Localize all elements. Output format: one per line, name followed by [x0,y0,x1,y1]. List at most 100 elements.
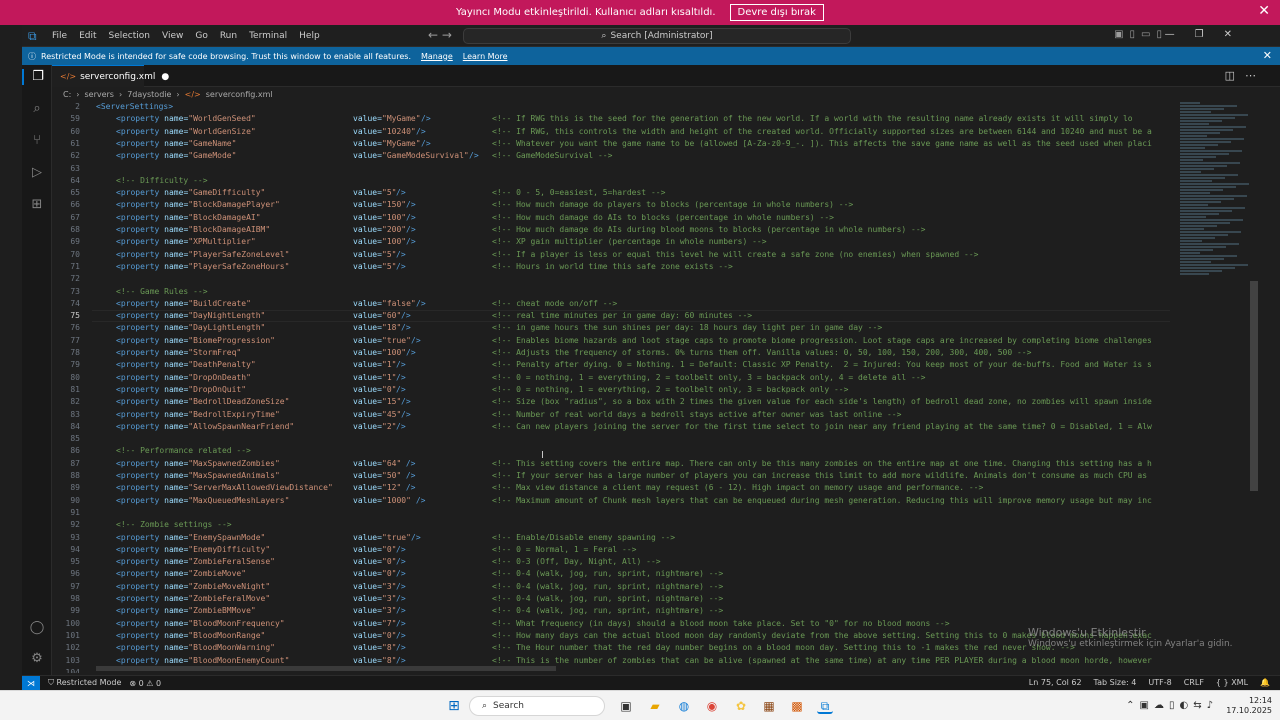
code-line[interactable]: 101 <property name="BloodMoonRange" value=… [52,630,1170,642]
code-line[interactable]: 71 <property name="PlayerSafeZoneHours" va… [52,261,1170,273]
menu-selection[interactable]: Selection [109,31,150,41]
language-mode[interactable]: { } XML [1216,678,1248,687]
horizontal-scrollbar[interactable] [96,666,556,671]
code-line[interactable]: 90 <property name="MaxQueuedMeshLayers" va… [52,495,1170,507]
code-editor[interactable]: 2 <ServerSettings> 59 <property name="World… [52,101,1170,673]
code-line[interactable]: 73 <!-- Game Rules --> [52,286,1170,298]
breadcrumb-item[interactable]: servers [84,90,114,99]
code-line[interactable]: 80 <property name="DropOnDeath" value= "1" /… [52,372,1170,384]
run-debug-icon[interactable]: ▷ [29,165,45,181]
code-line[interactable]: 97 <property name="ZombieMoveNight" value=… [52,581,1170,593]
code-line[interactable]: 79 <property name="DeathPenalty" value= "1"… [52,359,1170,371]
code-line[interactable]: 94 <property name="EnemyDifficulty" value=… [52,544,1170,556]
code-line[interactable]: 88 <property name="MaxSpawnedAnimals" valu… [52,470,1170,482]
cursor-position[interactable]: Ln 75, Col 62 [1029,678,1082,687]
window-controls[interactable]: —❐✕ [1165,29,1252,40]
eol[interactable]: CRLF [1184,678,1204,687]
nav-arrows[interactable]: ← → [428,28,452,42]
files-icon[interactable]: ❐ [22,69,52,85]
unsaved-dot-icon[interactable]: ● [161,72,169,82]
minimap[interactable] [1170,101,1250,281]
code-line[interactable]: 91 [52,507,1170,519]
code-line[interactable]: 92 <!-- Zombie settings --> [52,519,1170,531]
code-line[interactable]: 87 <property name="MaxSpawnedZombies" valu… [52,458,1170,470]
remote-icon[interactable]: ⋊ [22,675,40,691]
code-line[interactable]: 100 <property name="BloodMoonFrequency" va… [52,618,1170,630]
code-line[interactable]: 65 <property name="GameDifficulty" value= "… [52,187,1170,199]
menu-run[interactable]: Run [220,31,237,41]
menu-terminal[interactable]: Terminal [249,31,287,41]
problems-status[interactable]: ⊗ 0 ⚠ 0 [129,679,161,688]
code-line[interactable]: 89 <property name="ServerMaxAllowedViewDi… [52,482,1170,494]
code-line[interactable]: 59 <property name="WorldGenSeed" value= "My… [52,113,1170,125]
code-line[interactable]: 74 <property name="BuildCreate" value= "fal… [52,298,1170,310]
code-line[interactable]: 102 <property name="BloodMoonWarning" valu… [52,642,1170,654]
clock[interactable]: 12:14 17.10.2025 [1226,696,1272,716]
code-line[interactable]: 66 <property name="BlockDamagePlayer" valu… [52,199,1170,211]
code-line[interactable]: 85 [52,433,1170,445]
code-line[interactable]: 61 <property name="GameName" value= "MyGame… [52,138,1170,150]
layout-controls[interactable]: ▣▯▭▯ [1114,29,1168,40]
extensions-icon[interactable]: ⊞ [29,197,45,213]
source-control-icon[interactable]: ⑂ [29,133,45,149]
code-line[interactable]: 98 <property name="ZombieFeralMove" value=… [52,593,1170,605]
code-line[interactable]: 70 <property name="PlayerSafeZoneLevel" va… [52,249,1170,261]
account-icon[interactable]: ◯ [29,620,45,636]
encoding[interactable]: UTF-8 [1148,678,1171,687]
code-line[interactable]: 81 <property name="DropOnQuit" value= "0"/>… [52,384,1170,396]
code-line[interactable]: 93 <property name="EnemySpawnMode" value= "… [52,532,1170,544]
code-line[interactable]: 2 <ServerSettings> [52,101,1170,113]
menu-edit[interactable]: Edit [79,31,96,41]
game-app-icon[interactable]: ▦ [761,698,777,714]
code-line[interactable]: 76 <property name="DayLightLength" value= "… [52,322,1170,334]
code-line[interactable]: 62 <property name="GameMode" value= "GameMo… [52,150,1170,162]
scrollbar-thumb[interactable] [1250,281,1258,491]
breadcrumb-item[interactable]: C: [63,90,71,99]
code-line[interactable]: 68 <property name="BlockDamageAIBM" value=… [52,224,1170,236]
code-line[interactable]: 75 <property name="DayNightLength" value= "… [52,310,1170,323]
task-view-icon[interactable]: ▣ [618,698,634,714]
app-icon[interactable]: ▩ [789,698,805,714]
app-icon[interactable]: ✿ [733,698,749,714]
vscode-taskbar-icon[interactable]: ⧉ [817,698,833,714]
menu-file[interactable]: File [52,31,67,41]
menu-go[interactable]: Go [195,31,207,41]
vertical-scrollbar[interactable] [1250,101,1258,673]
code-line[interactable]: 82 <property name="BedrollDeadZoneSize" va… [52,396,1170,408]
system-tray-icons[interactable]: ⌃▣☁▯◐⇆♪ [1126,700,1218,711]
disable-button[interactable]: Devre dışı bırak [729,4,824,21]
menu-view[interactable]: View [162,31,183,41]
tab-serverconfig[interactable]: </> serverconfig.xml ● [52,65,169,87]
code-line[interactable]: 99 <property name="ZombieBMMove" value= "3"… [52,605,1170,617]
code-line[interactable]: 103 <property name="BloodMoonEnemyCount" v… [52,655,1170,667]
windows-start-icon[interactable]: ⊞ [446,698,462,714]
search-icon[interactable]: ⌕ [29,101,45,117]
code-line[interactable]: 96 <property name="ZombieMove" value= "0"/>… [52,568,1170,580]
code-line[interactable]: 63 [52,163,1170,175]
tab-size[interactable]: Tab Size: 4 [1094,678,1137,687]
code-line[interactable]: 95 <property name="ZombieFeralSense" value… [52,556,1170,568]
code-line[interactable]: 64 <!-- Difficulty --> [52,175,1170,187]
code-line[interactable]: 86 <!-- Performance related --> [52,445,1170,457]
learn-more-link[interactable]: Learn More [463,52,508,61]
menu-help[interactable]: Help [299,31,320,41]
code-line[interactable]: 69 <property name="XPMultiplier" value= "10… [52,236,1170,248]
close-icon[interactable]: ✕ [1263,49,1272,62]
bell-icon[interactable]: 🔔 [1260,678,1270,687]
code-line[interactable]: 77 <property name="BiomeProgression" value… [52,335,1170,347]
breadcrumb-item[interactable]: 7daystodie [127,90,171,99]
restricted-mode-status[interactable]: ⛉ Restricted Mode [48,678,121,688]
code-line[interactable]: 72 [52,273,1170,285]
gear-icon[interactable]: ⚙ [29,651,45,667]
close-icon[interactable]: ✕ [1258,3,1270,19]
manage-link[interactable]: Manage [421,52,453,61]
chrome-icon[interactable]: ◉ [704,698,720,714]
edge-icon[interactable]: ◍ [676,698,692,714]
code-line[interactable]: 84 <property name="AllowSpawnNearFriend" v… [52,421,1170,433]
file-explorer-icon[interactable]: ▰ [647,698,663,714]
code-line[interactable]: 60 <property name="WorldGenSize" value= "10… [52,126,1170,138]
code-line[interactable]: 67 <property name="BlockDamageAI" value= "1… [52,212,1170,224]
taskbar-search[interactable]: ⌕ Search [469,696,605,716]
split-editor-icon[interactable]: ◫⋯ [1225,69,1266,82]
command-center-search[interactable]: ⌕ Search [Administrator] [463,28,851,44]
